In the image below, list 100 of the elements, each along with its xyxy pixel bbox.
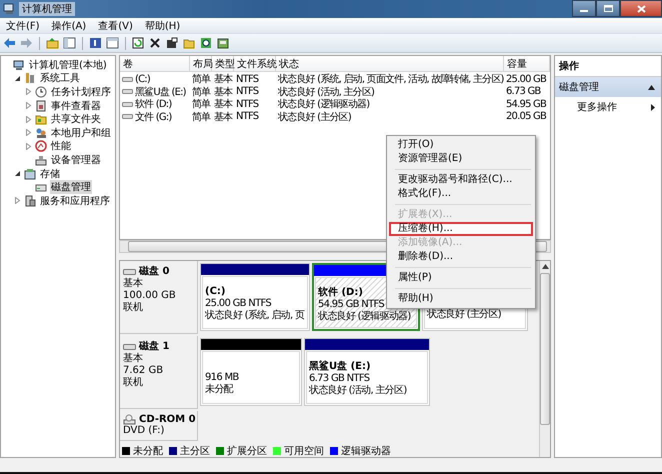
- legend-label: 逻辑驱动器: [341, 444, 391, 458]
- tree-item[interactable]: 共享文件夹: [50, 112, 102, 126]
- disk-info: 联机: [123, 377, 144, 389]
- table-cell-text: 简单: [191, 110, 212, 124]
- tree-item[interactable]: 事件查看器: [50, 98, 102, 113]
- collapse-icon[interactable]: [648, 84, 655, 90]
- tree-node-icon: [13, 58, 25, 71]
- delete-icon[interactable]: [149, 37, 162, 49]
- disk-info: 基本: [123, 278, 144, 290]
- close-button[interactable]: [620, 0, 662, 17]
- column-header[interactable]: 卷: [120, 56, 190, 71]
- action-section-header[interactable]: 磁盘管理: [555, 77, 661, 97]
- drive-icon: [122, 113, 133, 120]
- partition-info: 状态良好 (活动, 主分区): [309, 385, 407, 397]
- disk-info: DVD (F:): [123, 425, 166, 437]
- table-cell-text: 软件 (D:): [135, 98, 172, 111]
- tree-item[interactable]: 设备管理器: [50, 152, 102, 167]
- tree-node-icon: [24, 72, 36, 84]
- table-cell-text: NTFS: [235, 74, 260, 84]
- partition[interactable]: 黑鲨U盘 (E:) 6.73 GB NTFS 状态良好 (活动, 主分区): [304, 338, 430, 406]
- vertical-scrollbar[interactable]: [539, 261, 550, 457]
- drive-icon: [122, 88, 133, 95]
- folder-icon[interactable]: [183, 37, 196, 49]
- minimize-button[interactable]: [572, 0, 596, 17]
- folder-up-icon[interactable]: [46, 37, 59, 49]
- partition-info: 状态良好 (主分区): [427, 309, 501, 321]
- partition-name: 软件 (D:): [318, 286, 363, 299]
- disk-label-panel[interactable]: 磁盘 0 基本 100.00 GB 联机: [120, 261, 198, 334]
- column-header[interactable]: 布局: [190, 56, 212, 71]
- tree-item[interactable]: 磁盘管理: [50, 180, 92, 194]
- column-header[interactable]: 类型: [212, 56, 234, 71]
- back-icon[interactable]: [3, 37, 16, 49]
- maximize-button[interactable]: [596, 0, 620, 17]
- tree-item[interactable]: 计算机管理(本地): [28, 58, 108, 72]
- tree-item[interactable]: 系统工具: [39, 71, 81, 86]
- tree-item[interactable]: 本地用户和组: [50, 126, 112, 140]
- expander-icon[interactable]: [14, 170, 21, 178]
- column-header[interactable]: 容量: [504, 56, 550, 71]
- menu-item[interactable]: 更改驱动器号和路径(C)...: [389, 173, 533, 187]
- table-cell-text: 状态良好 (活动, 主分区): [277, 86, 376, 98]
- menu-item[interactable]: 查看(V): [98, 18, 133, 32]
- table-cell-text: 文件 (G:): [135, 110, 172, 124]
- menu-item[interactable]: 帮助(H): [144, 18, 180, 32]
- menu-item[interactable]: 格式化(F)...: [389, 187, 533, 201]
- disk-info: 100.00 GB: [123, 290, 177, 302]
- partition-name: 黑鲨U盘 (E:): [309, 360, 371, 373]
- partition[interactable]: 916 MB 未分配: [200, 338, 302, 406]
- tree-item[interactable]: 存储: [39, 166, 61, 181]
- disk-info: 基本: [123, 353, 144, 365]
- table-cell-text: 基本: [213, 110, 234, 124]
- tree-node-icon: [35, 126, 47, 139]
- disk-label-panel[interactable]: 磁盘 1 基本 7.62 GB 联机: [120, 336, 198, 409]
- magnifier-icon[interactable]: [200, 37, 213, 49]
- menu-item[interactable]: 资源管理器(E): [389, 152, 533, 166]
- partition-info: 6.73 GB NTFS: [309, 373, 370, 384]
- menu-item[interactable]: 操作(A): [52, 18, 86, 32]
- action-link[interactable]: 更多操作: [577, 100, 617, 114]
- disk-name: 磁盘 0: [139, 264, 170, 278]
- tree-item[interactable]: 服务和应用程序: [39, 194, 111, 208]
- tree-node-icon: [24, 194, 36, 207]
- column-header[interactable]: 文件系统: [234, 56, 276, 71]
- table-cell-text: 基本: [213, 98, 234, 111]
- partition-info: 54.95 GB NTFS: [318, 299, 384, 310]
- partition-name: (C:): [205, 285, 226, 298]
- disk-info: 7.62 GB: [123, 365, 164, 376]
- table-cell: (C:): [135, 74, 150, 84]
- disk-info: 联机: [123, 302, 144, 314]
- menu-item[interactable]: 压缩卷(H)...: [389, 222, 533, 236]
- table-cell-text: 简单: [191, 72, 212, 86]
- table-cell-text: 20.05 GB: [505, 111, 548, 122]
- drive-icon: [122, 100, 133, 108]
- disk-name: 磁盘 1: [139, 340, 170, 352]
- tree-node-icon: [35, 100, 47, 112]
- panel-icon[interactable]: [63, 37, 76, 49]
- disk-label-panel[interactable]: CD-ROM 0 DVD (F:): [120, 411, 198, 441]
- tree-node-icon: [35, 140, 47, 152]
- tree-item[interactable]: 任务计划程序: [50, 84, 112, 99]
- expander-icon[interactable]: [14, 74, 21, 82]
- table-cell-text: 简单: [191, 98, 212, 111]
- menu-item[interactable]: 文件(F): [6, 18, 40, 32]
- partition[interactable]: (C:) 25.00 GB NTFS 状态良好 (系统, 启动, 页: [200, 263, 310, 331]
- panel-icon[interactable]: [106, 37, 119, 49]
- refresh-icon[interactable]: [132, 37, 145, 49]
- submenu-arrow-icon: [651, 104, 655, 110]
- column-header[interactable]: 状态: [276, 56, 504, 71]
- menu-item[interactable]: 删除卷(D)...: [389, 250, 533, 264]
- properties-icon[interactable]: [166, 37, 179, 49]
- table-cell-text: 25.00 GB: [505, 74, 548, 84]
- partition-info: 未分配: [205, 384, 233, 396]
- table-cell-text: 6.73 GB: [505, 86, 542, 97]
- table-cell-text: 状态良好 (主分区): [277, 110, 352, 124]
- tree-item[interactable]: 性能: [50, 139, 72, 154]
- table-cell-text: 黑鲨U盘 (E:): [135, 86, 186, 98]
- menu-item[interactable]: 打开(O): [389, 138, 533, 152]
- table-cell-text: NTFS: [235, 86, 260, 97]
- help-icon[interactable]: [89, 37, 102, 49]
- legend-label: 未分配: [133, 444, 163, 458]
- partition-info: 916 MB: [205, 372, 239, 384]
- scroll-up-icon: [542, 264, 548, 269]
- partition-info: 状态良好 (逻辑驱动器): [318, 311, 411, 323]
